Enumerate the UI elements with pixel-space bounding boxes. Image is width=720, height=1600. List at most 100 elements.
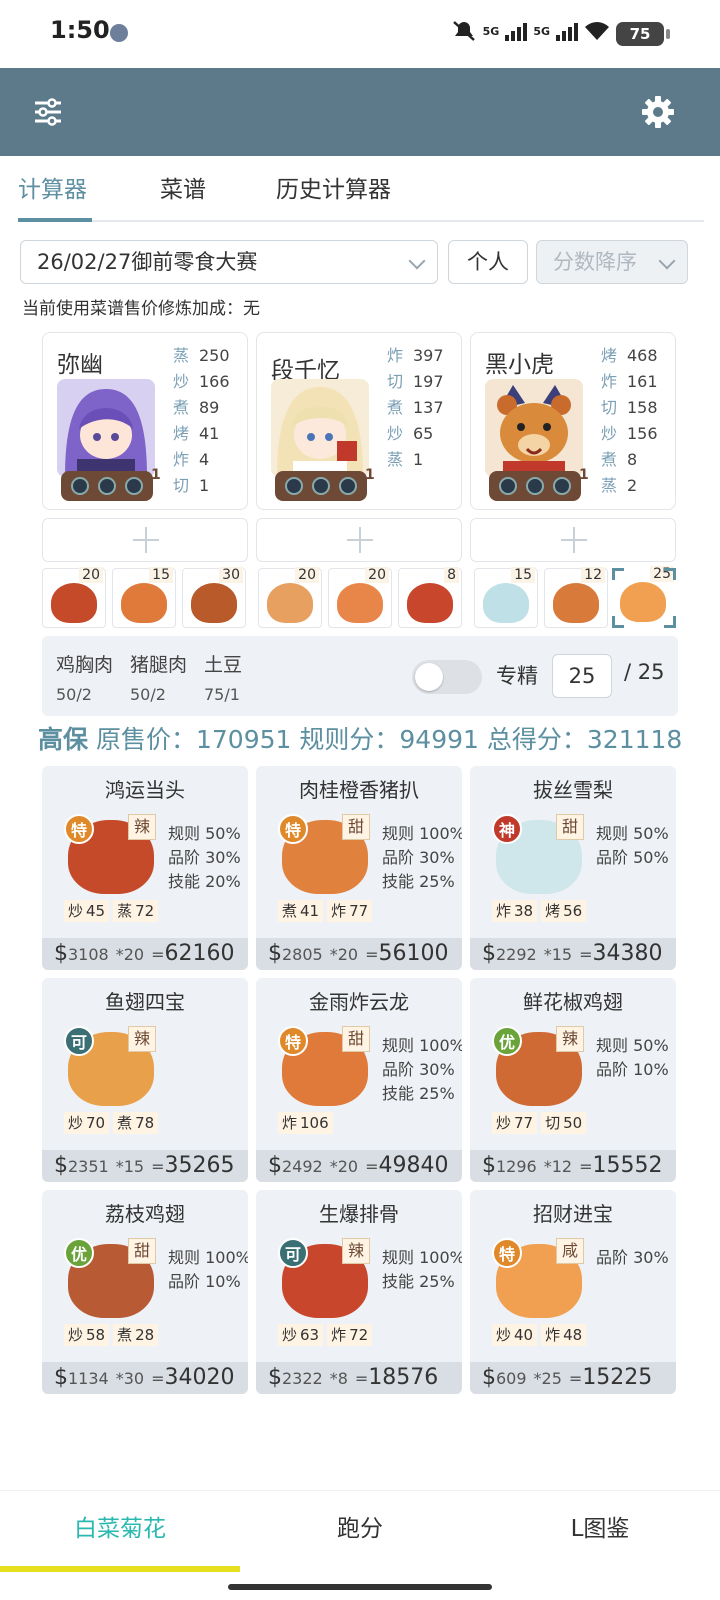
dish-slot[interactable]: 15 (474, 567, 538, 628)
skill-value: 250 (199, 346, 230, 365)
requirement-value: 77 (349, 902, 369, 920)
bonus-line: 品阶 30% (382, 1060, 455, 1079)
recipe-card[interactable]: 生爆排骨可辣规则 100% 技能 25% 炒 63 炸 72 $2322 *8 =18576 (256, 1190, 462, 1394)
chef-equipment-slots (489, 471, 581, 501)
dish-count: 30 (219, 567, 243, 583)
equals-sign: = (568, 1369, 583, 1388)
nav-item-baicai[interactable]: 白菜菊花 (0, 1509, 240, 1543)
network-label-1: 5G (482, 24, 500, 38)
recipe-card[interactable]: 鱼翅四宝可辣炒 70 煮 78 $2351 *15 =35265 (42, 978, 248, 1182)
home-indicator[interactable] (228, 1584, 492, 1590)
recipe-total: 49840 (378, 1153, 449, 1178)
recipe-card[interactable]: 鲜花椒鸡翅优辣规则 50% 品阶 10% 炒 77 切 50 $1296 *12 =1555… (470, 978, 676, 1182)
chef-card[interactable]: 弥幽 1 蒸 250 炒 166 煮 89 烤 41 炸4 切1 (42, 332, 248, 510)
recipe-name: 荔枝鸡翅 (105, 1202, 185, 1226)
quantity: *20 (329, 945, 359, 964)
bonus-line: 技能 25% (382, 872, 455, 891)
skill-key: 炸 (387, 346, 404, 365)
recipe-card[interactable]: 肉桂橙香猪扒特甜规则 100% 品阶 30% 技能 25% 煮 41 炸 77 $2805 *… (256, 766, 462, 970)
ingredient-panel: 鸡胸肉 50/2 猪腿肉 50/2 土豆 75/1 专精 25 / 25 (42, 636, 678, 716)
skill-value: 89 (199, 398, 220, 417)
requirement-key: 蒸 (117, 902, 133, 920)
specialty-max: / 25 (624, 660, 665, 684)
nav-item-score[interactable]: 跑分 (240, 1509, 480, 1543)
chef-card[interactable]: 黑小虎 1 烤 468 炸 161 切 158 炒 156 煮8 蒸2 (470, 332, 676, 510)
requirement-value: 48 (563, 1326, 583, 1344)
recipe-name: 生爆排骨 (319, 1202, 399, 1226)
tab-history-calculator[interactable]: 历史计算器 (276, 170, 391, 204)
bonus-line: 当前使用菜谱售价修炼加成：无 (22, 299, 260, 319)
requirement-key: 煮 (117, 1114, 133, 1132)
recipe-total: 15225 (582, 1365, 653, 1390)
requirement-value: 50 (563, 1114, 583, 1132)
recipe-card[interactable]: 鸿运当头特辣规则 50% 品阶 30% 技能 20% 炒 45 蒸 72 $3108 *20 … (42, 766, 248, 970)
skill-value: 158 (627, 398, 658, 417)
recipe-card[interactable]: 荔枝鸡翅优甜规则 100% 品阶 10% 炒 58 煮 28 $1134 *30 =3402… (42, 1190, 248, 1394)
status-bar: 1:50 5G 5G 75 (0, 0, 720, 68)
nav-item-gallery[interactable]: L图鉴 (480, 1509, 720, 1543)
recipe-bonuses: 规则 50% 品阶 30% 技能 20% (168, 822, 241, 894)
recipe-total: 18576 (368, 1365, 439, 1390)
currency-icon: $ (54, 1153, 68, 1178)
mode-button[interactable]: 个人 (448, 240, 528, 284)
tab-bar: 计算器 菜谱 历史计算器 (18, 170, 704, 222)
chef-avatar (57, 379, 155, 477)
recipe-name: 金雨炸云龙 (309, 990, 409, 1014)
equals-sign: = (151, 1369, 165, 1388)
dish-image (191, 583, 237, 623)
requirement-value: 41 (300, 902, 320, 920)
specialty-toggle[interactable] (412, 660, 482, 694)
recipe-card[interactable]: 金雨炸云龙特 甜规则 100% 品阶 30% 技能 25% 炸 106 $2492 *20 … (256, 978, 462, 1182)
skill-value: 4 (199, 450, 210, 469)
sliders-icon[interactable] (26, 90, 70, 134)
recipe-total: 35265 (164, 1153, 235, 1178)
skill-key: 蒸 (601, 476, 618, 495)
bonus-line: 规则 50% (168, 824, 241, 843)
quantity: *15 (543, 945, 573, 964)
base-price-value: 170951 (195, 725, 292, 754)
skill-key: 蒸 (387, 450, 404, 469)
specialty-input[interactable]: 25 (552, 654, 612, 698)
requirement-value: 106 (300, 1114, 329, 1132)
skill-key: 蒸 (173, 346, 190, 365)
tab-recipes[interactable]: 菜谱 (160, 170, 206, 204)
chef-skills: 炸 397 切 197 煮 137 炒 65 蒸1 (387, 343, 444, 473)
dish-slot[interactable]: 12 (544, 567, 608, 628)
add-chef-slot[interactable] (470, 518, 676, 562)
dish-slot[interactable]: 8 (398, 567, 462, 628)
unit-price: 2322 (282, 1369, 323, 1388)
unit-price: 609 (496, 1369, 527, 1388)
flavor-badge: 辣 (342, 1238, 370, 1264)
dish-slot-selected[interactable]: 25 (612, 566, 676, 628)
dish-slot[interactable]: 15 (112, 567, 176, 628)
dish-slot[interactable]: 20 (258, 567, 322, 628)
sort-select[interactable]: 分数降序 (536, 240, 688, 284)
add-chef-slot[interactable] (42, 518, 248, 562)
skill-key: 烤 (601, 346, 618, 365)
flavor-badge: 辣 (128, 1026, 156, 1052)
ingredient-name: 猪腿肉 (130, 654, 188, 676)
dish-slot[interactable]: 30 (182, 567, 246, 628)
requirement-key: 煮 (117, 1326, 133, 1344)
tab-calculator[interactable]: 计算器 (18, 170, 87, 204)
bonus-line: 技能 20% (168, 872, 241, 891)
contest-select[interactable]: 26/02/27御前零食大赛 (20, 240, 438, 284)
chef-card[interactable]: 段千忆 1 炸 397 切 197 煮 137 炒 65 蒸1 (256, 332, 462, 510)
dish-slot[interactable]: 20 (328, 567, 392, 628)
currency-icon: $ (268, 941, 282, 966)
requirement-value: 72 (349, 1326, 369, 1344)
skill-requirement: 炸 72 (327, 1324, 373, 1346)
dish-image (407, 583, 453, 623)
skill-requirement: 烤 56 (541, 900, 587, 922)
requirement-key: 炒 (496, 1326, 512, 1344)
recipe-card[interactable]: 拔丝雪梨神甜规则 50% 品阶 50% 炸 38 烤 56 $2292 *15 =34380 (470, 766, 676, 970)
rarity-badge: 特 (64, 814, 94, 844)
add-chef-slot[interactable] (256, 518, 462, 562)
recipe-bonuses: 规则 100% 品阶 10% (168, 1246, 248, 1294)
skill-requirement: 炸 77 (327, 900, 373, 922)
rarity-badge: 特 (492, 1238, 522, 1268)
recipe-card[interactable]: 招财进宝特咸品阶 30% 炒 40 炸 48 $609 *25 =15225 (470, 1190, 676, 1394)
gear-icon[interactable] (636, 90, 680, 134)
dish-slot[interactable]: 20 (42, 567, 106, 628)
quantity: *12 (543, 1157, 573, 1176)
